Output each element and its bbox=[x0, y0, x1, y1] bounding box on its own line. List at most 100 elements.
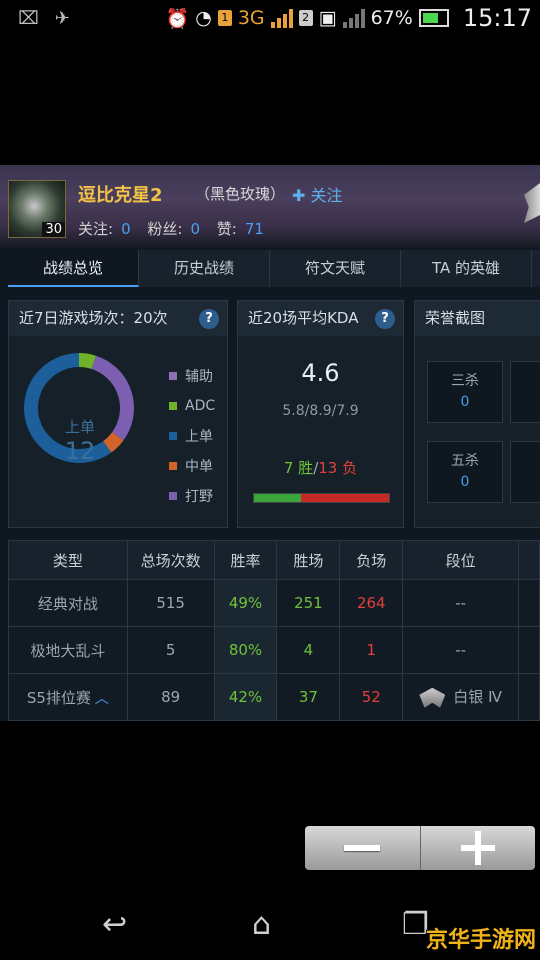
stat-label: 关注: bbox=[78, 220, 114, 238]
cell-wins: 4 bbox=[276, 626, 341, 674]
status-bar: ⌧ ✈ ⏰ ◔ 1 3G 2 ▣ 67% 15:17 bbox=[0, 0, 540, 38]
games-panel: 近7日游戏场次：20次 ? 上单 12 辅助 ADC 上单 中单 打野 bbox=[8, 300, 228, 528]
col-extra bbox=[518, 540, 540, 580]
honor-count: 0 bbox=[511, 474, 540, 490]
cell-losses: 264 bbox=[339, 579, 404, 627]
col-type: 类型 bbox=[8, 540, 128, 580]
col-rate: 胜率 bbox=[213, 540, 278, 580]
table-header-row: 类型 总场次数 胜率 胜场 负场 段位 bbox=[8, 540, 540, 580]
cell-type: 极地大乱斗 bbox=[8, 626, 128, 674]
legend-label: 辅助 bbox=[185, 369, 213, 385]
ranked-label: S5排位赛 bbox=[26, 688, 91, 707]
honor-quadra-kill[interactable]: 四 0 bbox=[510, 361, 540, 423]
col-total: 总场次数 bbox=[126, 540, 215, 580]
clock: 15:17 bbox=[462, 4, 532, 32]
kda-detail: 5.8/8.9/7.9 bbox=[282, 403, 359, 419]
cell-total: 89 bbox=[126, 673, 215, 721]
donut-count: 12 bbox=[64, 437, 96, 465]
honor-count: 0 bbox=[460, 394, 470, 410]
col-wins: 胜场 bbox=[276, 540, 341, 580]
avatar[interactable]: 30 bbox=[8, 180, 66, 238]
loss-label: 负 bbox=[342, 459, 358, 477]
fans-count: 0 bbox=[190, 220, 200, 238]
cell-total: 5 bbox=[126, 626, 215, 674]
satellite-icon: ✈ bbox=[54, 8, 70, 29]
legend-label: 上单 bbox=[185, 429, 213, 445]
honor-name: 五杀 bbox=[451, 453, 479, 469]
cell-rate: 42% bbox=[213, 673, 278, 721]
col-rank: 段位 bbox=[402, 540, 519, 580]
cell-type: S5排位赛 ︿ bbox=[8, 673, 128, 721]
follow-label: 关注 bbox=[310, 186, 343, 205]
legend-item: ADC bbox=[169, 391, 215, 421]
cell-wins: 37 bbox=[276, 673, 341, 721]
cell-losses: 52 bbox=[339, 673, 404, 721]
kda-header: 近20场平均KDA ? bbox=[238, 301, 403, 336]
table-row[interactable]: S5排位赛 ︿ 89 42% 37 52 白银 Ⅳ bbox=[8, 673, 540, 721]
tab-history[interactable]: 历史战绩 bbox=[139, 250, 270, 287]
system-nav-bar: ↩ ⌂ ❐ 京华手游网 bbox=[0, 895, 540, 960]
broom-icon: ⌧ bbox=[18, 8, 39, 29]
cell-wins: 251 bbox=[276, 579, 341, 627]
honor-panel: 荣誉截图 三杀 0 四 0 五杀 0 超 0 bbox=[414, 300, 540, 528]
honor-triple-kill[interactable]: 三杀 0 bbox=[427, 361, 503, 423]
win-label: 胜 bbox=[298, 459, 314, 477]
level-badge: 30 bbox=[42, 222, 65, 237]
app-content: 30 逗比克星2 （黑色玫瑰） ✚ 关注 关注: 0 粉丝: 0 赞: 71 战绩总览… bbox=[0, 165, 540, 721]
zoom-in-button[interactable] bbox=[421, 826, 536, 870]
help-icon[interactable]: ? bbox=[199, 309, 219, 329]
cell-rank: -- bbox=[402, 626, 519, 674]
donut-segment bbox=[78, 353, 96, 370]
honor-header: 荣誉截图 bbox=[415, 301, 540, 336]
honor-name: 四 bbox=[511, 370, 540, 390]
alarm-icon: ⏰ bbox=[165, 7, 190, 30]
honor-title: 荣誉截图 bbox=[425, 309, 486, 327]
col-losses: 负场 bbox=[339, 540, 404, 580]
legend-item: 上单 bbox=[169, 421, 215, 451]
kda-title: 近20场平均KDA bbox=[248, 309, 359, 327]
follow-button[interactable]: ✚ 关注 bbox=[292, 182, 343, 206]
back-icon[interactable]: ↩ bbox=[102, 907, 127, 942]
zoom-control bbox=[305, 826, 535, 870]
legend-label: 中单 bbox=[185, 459, 213, 475]
honor-penta-kill[interactable]: 五杀 0 bbox=[427, 441, 503, 503]
wifi-icon: ◔ bbox=[195, 7, 212, 29]
network-type: 3G bbox=[237, 7, 265, 29]
losses-value: 13 bbox=[318, 459, 338, 477]
table-row[interactable]: 经典对战 515 49% 251 264 -- bbox=[8, 579, 540, 627]
recent-apps-icon[interactable]: ❐ bbox=[402, 907, 429, 942]
cell-rate: 80% bbox=[213, 626, 278, 674]
home-icon[interactable]: ⌂ bbox=[252, 907, 271, 942]
battery-percent: 67% bbox=[370, 7, 413, 29]
sim2-badge: 2 bbox=[298, 10, 313, 26]
profile-banner: 30 逗比克星2 （黑色玫瑰） ✚ 关注 关注: 0 粉丝: 0 赞: 71 bbox=[0, 165, 540, 248]
win-loss-text: 7 胜/13 负 bbox=[238, 457, 403, 478]
tab-heroes[interactable]: TA 的英雄 bbox=[401, 250, 532, 287]
minus-icon bbox=[344, 845, 381, 851]
cell-rate: 49% bbox=[213, 579, 278, 627]
chevron-up-icon[interactable]: ︿ bbox=[95, 691, 109, 707]
following-count: 0 bbox=[121, 220, 131, 238]
role-legend: 辅助 ADC 上单 中单 打野 bbox=[169, 361, 215, 511]
donut-label: 上单 12 bbox=[31, 416, 129, 465]
tab-overview[interactable]: 战绩总览 bbox=[8, 250, 139, 287]
cell-extra bbox=[518, 673, 540, 721]
likes-count: 71 bbox=[244, 220, 264, 238]
signal-icon bbox=[270, 8, 293, 28]
tab-bar: 战绩总览 历史战绩 符文天赋 TA 的英雄 bbox=[8, 250, 540, 287]
legend-item: 辅助 bbox=[169, 361, 215, 391]
zoom-out-button[interactable] bbox=[305, 826, 421, 870]
kda-value: 4.6 bbox=[301, 359, 340, 387]
tab-runes[interactable]: 符文天赋 bbox=[270, 250, 401, 287]
legend-item: 打野 bbox=[169, 481, 215, 511]
battery-icon bbox=[418, 9, 449, 27]
table-row[interactable]: 极地大乱斗 5 80% 4 1 -- bbox=[8, 626, 540, 674]
cell-type: 经典对战 bbox=[8, 579, 128, 627]
player-server: （黑色玫瑰） bbox=[195, 185, 286, 203]
silver-rank-icon bbox=[419, 687, 446, 708]
player-name: 逗比克星2 bbox=[78, 185, 163, 206]
honor-legendary[interactable]: 超 0 bbox=[510, 441, 540, 503]
sd-card-icon: ▣ bbox=[318, 7, 337, 29]
help-icon[interactable]: ? bbox=[375, 309, 395, 329]
honor-name: 超 bbox=[511, 450, 540, 470]
